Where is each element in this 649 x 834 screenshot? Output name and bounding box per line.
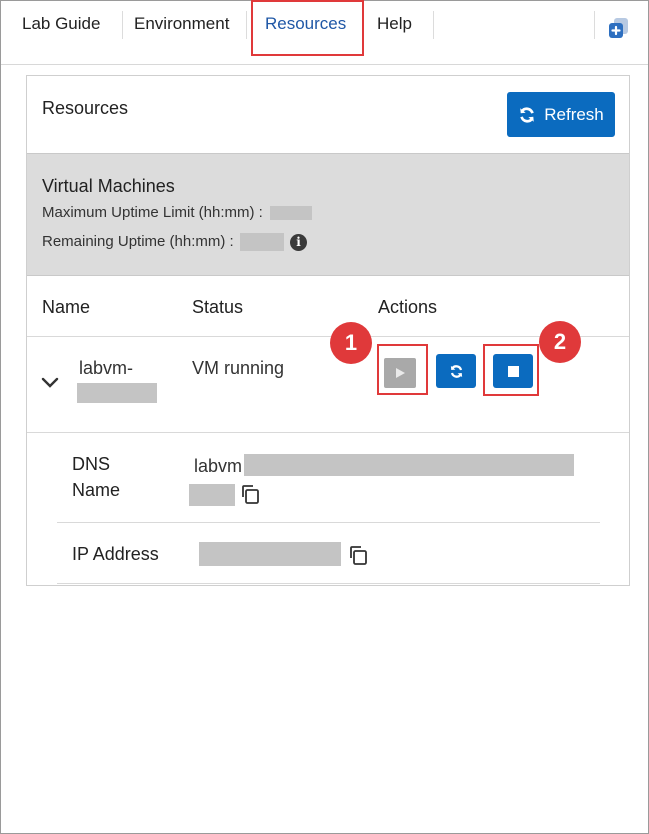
dns-name-value: labvm [194,454,575,477]
refresh-label: Refresh [544,104,604,124]
remaining-uptime-row: Remaining Uptime (hh:mm) : i [42,233,308,252]
vm-name-prefix: labvm- [79,358,134,378]
dns-label-line1: DNS [72,454,111,474]
resources-tab-highlight [251,0,364,56]
remaining-uptime-label: Remaining Uptime (hh:mm) : [42,233,234,250]
split-window-icon[interactable] [605,15,631,41]
dns-value-redacted-line2 [189,484,235,506]
stop-button-highlight [483,344,539,396]
callout-badge-1: 1 [330,322,372,364]
chevron-down-icon[interactable] [41,377,59,389]
vm-name: labvm- [77,358,157,403]
ip-address-redacted [199,542,341,566]
vm-summary-panel: Virtual Machines Maximum Uptime Limit (h… [27,153,629,276]
refresh-button[interactable]: Refresh [507,92,615,137]
vm-status: VM running [192,358,285,378]
vm-name-suffix-redacted [77,383,157,403]
max-uptime-label: Maximum Uptime Limit (hh:mm) : [42,204,263,221]
restart-vm-button[interactable] [436,354,476,388]
refresh-icon [520,106,534,123]
resources-card: Resources Refresh Virtual Machines Maxim… [26,75,630,586]
copy-icon[interactable] [240,484,260,504]
tab-divider [246,11,247,39]
dns-value-prefix: labvm [194,456,243,476]
bottom-divider [57,583,600,584]
column-header-status: Status [192,297,244,317]
remaining-uptime-value-redacted [239,233,284,252]
ip-address-label: IP Address [72,544,159,564]
column-header-name: Name [42,297,91,317]
restart-icon [450,364,462,378]
tab-divider [594,11,595,39]
tab-divider [433,11,434,39]
dns-label-line2: Name [72,480,121,500]
max-uptime-row: Maximum Uptime Limit (hh:mm) : [42,204,313,221]
tab-divider [122,11,123,39]
callout-badge-2: 2 [539,321,581,363]
dns-name-label: DNS Name [72,454,120,505]
vm-panel-title: Virtual Machines [42,176,175,196]
tab-environment[interactable]: Environment [134,13,229,35]
tab-lab-guide[interactable]: Lab Guide [22,13,100,35]
copy-icon[interactable] [348,545,368,565]
start-button-highlight [377,344,428,395]
row-divider [27,432,629,433]
tab-help[interactable]: Help [377,13,412,35]
column-header-actions: Actions [378,297,438,317]
details-divider [57,522,600,523]
max-uptime-value-redacted [270,206,313,221]
resources-title: Resources [42,98,129,118]
dns-value-redacted [244,454,575,476]
info-icon[interactable]: i [290,233,308,251]
